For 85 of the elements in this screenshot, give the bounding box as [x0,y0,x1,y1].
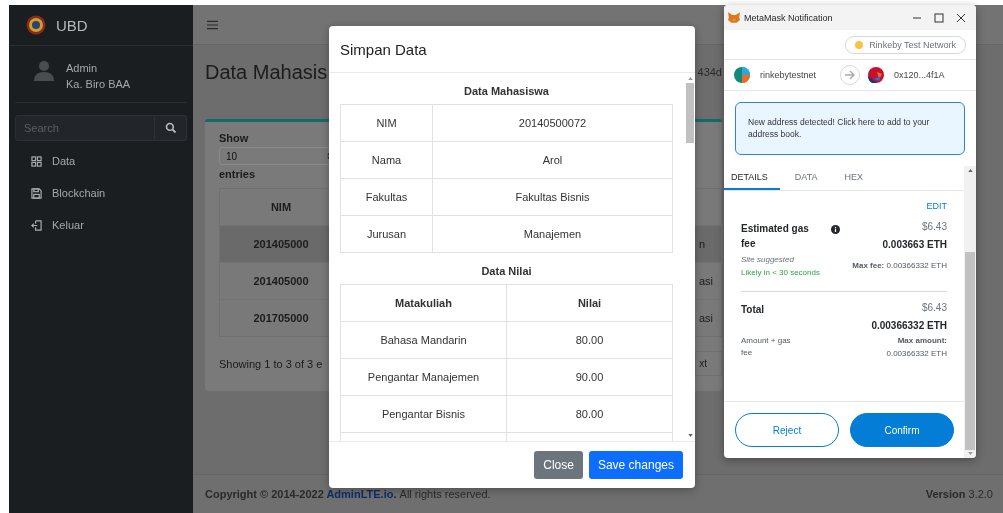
avatar-icon [32,59,56,83]
sign-out-icon [31,219,42,231]
copyright-text: Copyright © 2014-2022 AdminLTE.io. All rights reserved. [205,488,491,500]
close-icon[interactable] [956,12,966,23]
maximize-icon[interactable] [934,12,944,23]
table-cell-text: 80.00 [574,333,605,348]
total-usd: $6.43 [921,301,947,313]
recipient-avatar-icon [868,67,884,83]
scroll-down-icon[interactable] [967,452,973,455]
table-cell-text: Arol [541,153,564,168]
details-tab[interactable]: DATA [787,165,830,190]
details-tab[interactable]: HEX [837,165,876,190]
next-page-button[interactable]: xt [695,351,722,376]
window-title: MetaMask Notification [744,12,834,23]
table-cell-text: 80.00 [574,407,605,422]
address-alert[interactable]: New address detected! Click here to add to your address book. [735,102,965,155]
total-description: Amount + gas fee [741,334,792,359]
scroll-up-icon[interactable] [687,77,693,80]
status-dot-icon [855,41,864,49]
scrollbar[interactable] [964,165,976,458]
sort-caret-icon [327,152,332,160]
column-header: Matakuliah [341,285,507,321]
fox-icon [728,12,740,23]
table-cell: Fakultas [341,179,433,215]
menu-icon[interactable] [207,19,218,30]
scroll-up-icon[interactable] [967,168,973,172]
gas-fee-usd: $6.43 [921,220,947,232]
max-fee-text: Max fee: 0.00366332 ETH [852,261,947,271]
table-cell-text: Fakultas Bisnis [514,190,591,205]
max-amount-label: Max amount: [897,335,947,345]
table-cell: Bahasa Mandarin [341,322,507,358]
confirm-dialog-button[interactable]: Reject [735,413,839,447]
brand-name[interactable]: UBD [56,16,88,34]
search-icon [164,122,177,134]
info-icon [831,224,840,234]
table-cell: NIM [341,105,433,141]
table-cell-text: asi [698,274,715,289]
total-label: Total [741,302,766,317]
table-cell-text: 201405000 [252,237,310,252]
confirm-dialog-button[interactable]: Confirm [850,413,954,447]
user-role: Ka. Biro BAA [66,78,131,90]
version-text: Version 3.2.0 [925,488,993,500]
search-button[interactable] [155,115,187,141]
timing-text: Likely in < 30 seconds [741,267,820,277]
table-cell-text: n [698,237,707,252]
table-cell-text: 20140500072 [517,116,588,131]
account-avatar-icon [734,67,750,83]
table-cell-text: asi [698,311,715,326]
total-eth: 0.00366332 ETH [871,319,947,331]
modal-title: Simpan Data [340,40,427,58]
entries-label: entries [219,168,257,180]
section-heading: Data Nilai [480,264,533,279]
gas-fee-label: Estimated gas fee [741,221,810,251]
modal-button[interactable]: Close [534,451,583,479]
table-cell-text: 90.00 [574,370,605,385]
table-cell: Pengantar Bisnis [341,396,507,432]
table-cell-text: Manajemen [522,227,583,242]
table-cell-text: 201705000 [252,311,310,326]
page-title: Data Mahasis [205,60,328,84]
table-info: Showing 1 to 3 of 3 e [219,357,323,370]
table-cell: Nama [341,142,433,178]
account-name: rinkebytestnet [760,70,817,80]
section-heading: Data Mahasiswa [463,84,550,99]
arrow-right-icon [840,65,860,85]
brand-logo-icon [26,15,46,35]
scrollbar-thumb[interactable] [686,83,694,143]
fee-source-text: Site suggested [741,254,795,264]
sidebar-item[interactable]: Keluar [31,209,193,241]
max-amount-value: 0.00366332 ETH [886,348,947,358]
grid-icon [31,155,42,167]
breadcrumb-text: 434d [697,66,722,78]
table-cell: Jurusan [341,216,433,252]
edit-link[interactable]: EDIT [926,200,947,211]
sidebar-item[interactable]: Data [31,145,193,177]
sidebar-item[interactable]: Blockchain [31,177,193,209]
table-cell: Pengantar Manajemen [341,359,507,395]
scroll-down-icon[interactable] [687,434,693,437]
recipient-address: 0x120...4f1A [894,70,945,80]
modal-button[interactable]: Save changes [588,451,683,479]
details-tab[interactable]: DETAILS [724,165,780,190]
show-label: Show [219,132,250,144]
column-header: Nilai [576,296,603,311]
table-cell-text: 201405000 [252,274,310,289]
user-name[interactable]: Admin [66,62,131,74]
gas-fee-eth: 0.003663 ETH [882,238,947,250]
